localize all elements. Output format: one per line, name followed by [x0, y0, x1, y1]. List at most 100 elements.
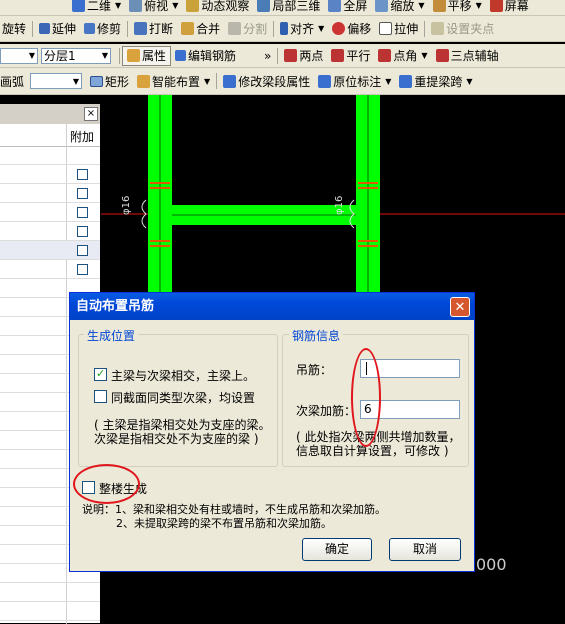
chevron-down-icon: ▼ [318, 24, 325, 33]
position-note-line2: 次梁是指相交处不为支座的梁 ) [94, 432, 259, 446]
orbit-icon [186, 0, 200, 12]
cancel-button[interactable]: 取消 [389, 538, 461, 561]
tb-orbit-button[interactable]: 动态观察 [182, 0, 253, 15]
rebar-icon [175, 50, 187, 61]
auto-hanger-dialog: 自动布置吊筋 ✕ 生成位置 ✓ 主梁与次梁相交，主梁上。 同截面同类型次梁，均设… [69, 292, 475, 572]
explanation-line2: 2、未提取梁跨的梁不布置吊筋和次梁加筋。 [116, 517, 332, 530]
stretch-icon [379, 22, 393, 35]
arc-mode-select[interactable]: ▼ [30, 73, 83, 89]
option-same-section-checkbox[interactable] [94, 390, 107, 403]
split-icon [228, 22, 242, 35]
row-checkbox[interactable] [77, 226, 88, 237]
tb-2d-button[interactable]: 二维 ▼ [68, 0, 125, 15]
tb-stretch-button[interactable]: 拉伸 [375, 16, 422, 41]
chevron-down-icon: ▼ [172, 1, 179, 10]
tb-topview-button[interactable]: 俯视 ▼ [125, 0, 182, 15]
properties-icon [127, 49, 140, 62]
separator [32, 20, 34, 37]
separator [127, 20, 129, 37]
option-main-beam-label: 主梁与次梁相交，主梁上。 [111, 369, 256, 383]
table-row [0, 222, 100, 241]
axis-three-point-icon [435, 49, 449, 62]
tb-split-button[interactable]: 分割 [224, 16, 271, 41]
row-checkbox[interactable] [77, 207, 88, 218]
respan-icon [399, 74, 413, 88]
tb-three-point-button[interactable]: 三点辅轴 [432, 44, 503, 67]
tb-inplace-mark-button[interactable]: 原位标注 ▼ [314, 68, 395, 94]
layer-select[interactable]: 分层1 ▼ [41, 47, 111, 64]
pan-icon [432, 0, 446, 12]
element-type-select[interactable]: ▼ [0, 47, 38, 64]
rebar-note-line2: 信息取自计算设置，可修改 ) [296, 444, 449, 458]
ok-button[interactable]: 确定 [302, 538, 372, 561]
tb-screen-button[interactable]: 屏幕 [486, 0, 533, 15]
tb-trim-button[interactable]: 修剪 [80, 16, 125, 41]
tb-more-button[interactable]: » [260, 44, 275, 67]
chevron-down-icon: ▼ [115, 1, 122, 10]
draw-toolbar: 画弧 ▼ 矩形 智能布置 ▼ 修改梁段属性 原位标注 ▼ 重提梁跨 ▼ [0, 68, 565, 95]
tb-align-button[interactable]: 对齐 ▼ [276, 16, 328, 41]
row-checkbox[interactable] [77, 245, 88, 256]
inplace-mark-icon [318, 74, 332, 88]
option-main-beam-checkbox[interactable]: ✓ [94, 367, 107, 381]
dimension-text: 000 [476, 555, 507, 574]
edit-toolbar: 旋转 延伸 修剪 打断 合并 分割 对齐 ▼ 偏移 拉伸 设置夹点 [0, 16, 565, 42]
fullscreen-icon [328, 0, 342, 12]
tb-fullscreen-button[interactable]: 全屏 [324, 0, 371, 15]
axis-angle-icon [378, 49, 392, 62]
row-checkbox[interactable] [77, 264, 88, 275]
tb-smart-layout-button[interactable]: 智能布置 ▼ [133, 68, 214, 94]
check-mark-icon: ✓ [96, 367, 106, 380]
chevron-down-icon: ▼ [101, 51, 108, 60]
smart-layout-icon [137, 74, 151, 88]
align-icon [280, 22, 289, 35]
separator [119, 47, 120, 64]
tb-properties-button[interactable]: 属性 [122, 45, 172, 66]
table-row [0, 146, 100, 165]
chevron-down-icon: ▼ [466, 76, 473, 86]
table-row [0, 165, 100, 184]
tb-respan-button[interactable]: 重提梁跨 ▼ [395, 68, 476, 94]
dialog-title: 自动布置吊筋 [70, 293, 474, 320]
chevron-down-icon: ▼ [204, 76, 211, 86]
close-icon[interactable]: × [84, 107, 98, 121]
tb-parallel-button[interactable]: 平行 [327, 44, 374, 67]
tb-rectangle-button[interactable]: 矩形 [86, 68, 133, 94]
tb-extend-button[interactable]: 延伸 [35, 16, 80, 41]
panel-header: 附加 [0, 124, 100, 147]
option-same-section-label: 同截面同类型次梁，均设置 [111, 391, 256, 405]
tb-zoom-button[interactable]: 缩放 ▼ [371, 0, 428, 15]
row-checkbox[interactable] [77, 169, 88, 180]
annotation-circle-hanger [351, 348, 381, 447]
row-checkbox[interactable] [77, 188, 88, 199]
tb-gripset-button[interactable]: 设置夹点 [427, 16, 498, 41]
tb-merge-button[interactable]: 合并 [177, 16, 224, 41]
modify-beam-icon [223, 74, 237, 88]
close-icon[interactable]: ✕ [450, 297, 470, 317]
tb-arc-button[interactable]: 画弧 [0, 68, 28, 94]
tb-modify-beam-button[interactable]: 修改梁段属性 [219, 68, 314, 94]
separator [273, 20, 275, 37]
offset-icon [332, 22, 346, 35]
tb-break-button[interactable]: 打断 [130, 16, 177, 41]
table-row [0, 241, 100, 260]
view-toolbar: 二维 ▼ 俯视 ▼ 动态观察 局部三维 全屏 缩放 ▼ 平移 ▼ 屏幕 [0, 0, 565, 16]
merge-icon [181, 22, 195, 35]
extend-icon [39, 23, 51, 34]
local-3d-icon [257, 0, 271, 12]
tb-point-angle-button[interactable]: 点角 ▼ [374, 44, 431, 67]
axis-parallel-icon [331, 49, 345, 62]
tb-offset-button[interactable]: 偏移 [328, 16, 375, 41]
tb-two-point-button[interactable]: 两点 [280, 44, 327, 67]
chevron-down-icon: ▼ [385, 76, 392, 86]
tb-pan-button[interactable]: 平移 ▼ [429, 0, 486, 15]
position-group-title: 生成位置 [84, 327, 139, 344]
hanger-label: 吊筋： [296, 363, 333, 377]
tb-local3d-button[interactable]: 局部三维 [253, 0, 324, 15]
tb-edit-rebar-button[interactable]: 编辑钢筋 [171, 44, 240, 67]
chevron-down-icon: ▼ [421, 51, 428, 60]
chevron-down-icon: ▼ [475, 1, 482, 10]
tb-rotate-button[interactable]: 旋转 [0, 16, 30, 41]
rebar-group-title: 钢筋信息 [289, 327, 344, 344]
top-view-icon [129, 0, 143, 12]
